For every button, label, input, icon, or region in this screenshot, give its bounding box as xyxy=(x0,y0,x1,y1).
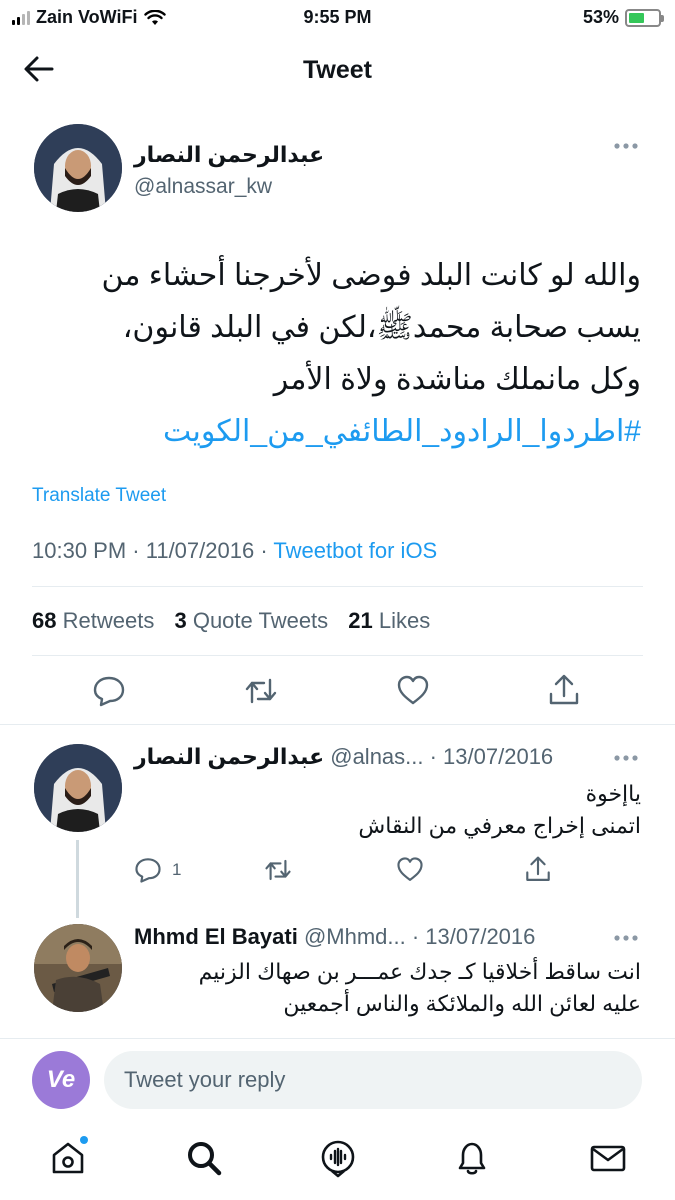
share-button[interactable] xyxy=(547,674,581,708)
reply-author-name[interactable]: Mhmd El Bayati xyxy=(134,924,298,949)
envelope-icon xyxy=(590,1145,626,1172)
bell-icon xyxy=(458,1142,486,1175)
retweet-icon xyxy=(245,678,277,704)
likes-stat[interactable]: 21 Likes xyxy=(348,608,430,633)
tweet-stats: 68 Retweets 3 Quote Tweets 21 Likes xyxy=(32,608,444,634)
reply-header: Mhmd El Bayati @Mhmd... · 13/07/2016 xyxy=(134,924,535,950)
share-icon xyxy=(526,856,550,881)
reply-text-line: ياإخوة xyxy=(585,781,641,806)
reply-composer: Ve xyxy=(0,1038,675,1122)
reply-button[interactable]: 1 xyxy=(134,856,181,884)
reply-date: · 13/07/2016 xyxy=(405,924,536,949)
ellipsis-icon[interactable] xyxy=(613,754,639,762)
reply-author-handle[interactable]: @Mhmd... xyxy=(304,924,406,949)
hashtag-link[interactable]: #اطردوا_الرادود_الطائفي_من_الكويت xyxy=(21,406,641,458)
retweet-icon xyxy=(265,859,291,881)
reply-text-line: عليه لعائن الله والملائكة والناس أجمعين xyxy=(283,991,641,1016)
retweets-count: 68 xyxy=(32,608,57,633)
search-icon xyxy=(188,1142,222,1176)
heart-icon xyxy=(397,675,429,705)
quote-tweets-stat[interactable]: 3 Quote Tweets xyxy=(174,608,328,633)
retweets-label: Retweets xyxy=(62,608,155,633)
microphone-icon xyxy=(321,1140,355,1178)
tweet-date: 11/07/2016 xyxy=(145,538,255,563)
home-icon xyxy=(52,1142,84,1174)
likes-count: 21 xyxy=(348,608,373,633)
tweet-text-line: وكل مانملك مناشدة ولاة الأمر xyxy=(273,363,641,396)
tweet-source-link[interactable]: Tweetbot for iOS xyxy=(273,538,437,563)
status-time: 9:55 PM xyxy=(303,7,372,27)
divider xyxy=(32,655,643,656)
divider xyxy=(32,586,643,587)
speech-bubble-icon xyxy=(135,858,161,883)
tab-notifications[interactable] xyxy=(452,1138,492,1178)
avatar-photo xyxy=(34,744,122,832)
tweet-time: 10:30 PM xyxy=(32,538,127,563)
reply-text-line: انت ساقط أخلاقيا كـ جدك عمـــر بن صهاك ا… xyxy=(198,959,641,984)
retweet-button[interactable] xyxy=(244,674,278,708)
author-name[interactable]: عبدالرحمن النصار xyxy=(134,142,324,168)
translate-tweet-link[interactable]: Translate Tweet xyxy=(32,485,166,507)
reply-header: عبدالرحمن النصار @alnas... · 13/07/2016 xyxy=(134,744,553,770)
battery-percent: 53% xyxy=(582,7,619,27)
tweet-text-line: والله لو كانت البلد فوضى لأخرجنا أحشاء م… xyxy=(101,259,641,292)
divider xyxy=(0,724,675,725)
reply-text: ياإخوة اتمنى إخراج معرفي من النقاش xyxy=(141,778,641,842)
avatar-photo xyxy=(34,124,122,212)
page-title: Tweet xyxy=(303,56,372,84)
tab-spaces[interactable] xyxy=(318,1138,358,1178)
share-button[interactable] xyxy=(524,856,552,884)
likes-label: Likes xyxy=(378,608,431,633)
reply-author-name[interactable]: عبدالرحمن النصار xyxy=(134,744,324,769)
reply-date: · 13/07/2016 xyxy=(423,744,554,769)
like-button[interactable] xyxy=(396,856,424,884)
thread-line xyxy=(76,840,79,918)
retweets-stat[interactable]: 68 Retweets xyxy=(32,608,154,633)
speech-bubble-icon xyxy=(93,676,125,707)
author-handle[interactable]: @alnassar_kw xyxy=(134,175,272,199)
meta-separator: · xyxy=(254,538,274,563)
share-icon xyxy=(549,674,579,705)
tab-home[interactable] xyxy=(48,1136,88,1178)
reply-button[interactable] xyxy=(92,674,126,708)
author-avatar[interactable] xyxy=(34,124,122,212)
reply-count: 1 xyxy=(172,860,182,879)
retweet-button[interactable] xyxy=(264,856,292,884)
reply-text: انت ساقط أخلاقيا كـ جدك عمـــر بن صهاك ا… xyxy=(141,956,641,1020)
tab-search[interactable] xyxy=(184,1138,224,1178)
heart-icon xyxy=(397,857,423,881)
battery-icon xyxy=(625,8,664,27)
reply-actions: 1 xyxy=(134,856,554,886)
meta-separator: · xyxy=(126,538,146,563)
tweet-actions xyxy=(0,674,675,714)
avatar-photo xyxy=(34,924,122,1012)
ellipsis-icon[interactable] xyxy=(613,142,639,150)
reply-author-handle[interactable]: @alnas... xyxy=(330,744,423,769)
reply-avatar[interactable] xyxy=(34,744,122,832)
reply-input[interactable] xyxy=(104,1051,642,1109)
nav-bar: Tweet xyxy=(0,36,675,102)
status-bar: Zain VoWiFi 9:55 PM 53% xyxy=(0,0,675,36)
reply-avatar[interactable] xyxy=(34,924,122,1012)
status-right: 53% xyxy=(582,7,664,28)
tweet-text-line: يسب صحابة محمدﷺ،لكن في البلد قانون، xyxy=(122,311,641,344)
like-button[interactable] xyxy=(396,674,430,708)
ellipsis-icon[interactable] xyxy=(613,934,639,942)
tweet-text: والله لو كانت البلد فوضى لأخرجنا أحشاء م… xyxy=(21,250,641,458)
tab-messages[interactable] xyxy=(588,1138,628,1178)
notification-dot xyxy=(80,1136,88,1144)
tweet-meta: 10:30 PM · 11/07/2016 · Tweetbot for iOS xyxy=(32,538,437,564)
quotes-label: Quote Tweets xyxy=(192,608,329,633)
tab-bar xyxy=(0,1122,675,1200)
reply-text-line: اتمنى إخراج معرفي من النقاش xyxy=(358,813,641,838)
user-avatar[interactable]: Ve xyxy=(32,1051,90,1109)
battery-fill xyxy=(629,12,644,23)
quotes-count: 3 xyxy=(174,608,187,633)
